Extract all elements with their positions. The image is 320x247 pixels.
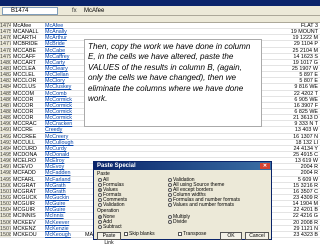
dialog-title-text: Paste Special — [97, 163, 136, 169]
row-number: 1495 — [0, 151, 11, 158]
row-number: 1498 — [0, 170, 11, 176]
paste-link-button[interactable]: Paste Link — [97, 232, 121, 246]
radio-icon[interactable] — [98, 224, 102, 229]
formula-bar: B1474 fx McAfee — [0, 6, 320, 16]
transpose-label: Transpose — [183, 231, 207, 237]
row-number: 1499 — [0, 176, 11, 182]
row-number: 1475 — [0, 29, 11, 35]
cell-a[interactable]: MCKEOU — [13, 232, 44, 238]
row-number: 1505 — [0, 213, 11, 219]
row-number: 1486 — [0, 96, 11, 102]
paste-special-dialog: Paste Special ✕ Paste All Formulas Values F… — [93, 161, 272, 246]
row-number: 1484 — [0, 84, 11, 90]
skip-blanks-label: Skip blanks — [129, 231, 155, 237]
radio-icon[interactable] — [168, 219, 172, 224]
row-number: 1502 — [0, 194, 11, 201]
fx-icon[interactable]: fx — [72, 6, 77, 16]
radio-icon[interactable] — [98, 202, 102, 207]
skip-blanks-checkbox[interactable]: Skip blanks — [124, 231, 155, 237]
instruction-note: Then, copy the work we have done in colu… — [84, 39, 262, 127]
radio-icon[interactable] — [168, 202, 172, 207]
cell-b[interactable]: McKeough — [45, 232, 84, 238]
operation-option[interactable]: Subtract — [98, 224, 122, 230]
column-headers — [0, 16, 320, 23]
row-number: 1487 — [0, 102, 11, 108]
row-number: 1479 — [0, 53, 11, 59]
row-number: 1491 — [0, 127, 11, 133]
operation-right-label: Divide — [173, 219, 187, 225]
operation-right-option[interactable]: Divide — [168, 219, 187, 225]
cell-f[interactable]: 23 4323 B — [270, 232, 318, 238]
row-number: 1501 — [0, 188, 11, 194]
row-number: 1492 — [0, 133, 11, 139]
ok-button[interactable]: OK — [220, 232, 242, 240]
operation-label: Subtract — [103, 224, 122, 230]
paste-right-label: Values and number formats — [173, 202, 235, 208]
cancel-button[interactable]: Cancel — [245, 232, 269, 240]
dialog-title: Paste Special ✕ — [94, 162, 271, 170]
row-number: 1490 — [0, 121, 11, 127]
transpose-checkbox[interactable]: Transpose — [178, 231, 206, 237]
row-number: 1493 — [0, 139, 11, 145]
row-number: 1489 — [0, 115, 11, 121]
row-number: 1477 — [0, 41, 11, 47]
row-number: 1480 — [0, 59, 11, 65]
row-number: 1482 — [0, 72, 11, 78]
name-box[interactable]: B1474 — [2, 7, 58, 15]
row-number: 1503 — [0, 201, 11, 207]
row-number: 1488 — [0, 108, 11, 115]
row-number: 1508 — [0, 231, 11, 237]
row-number: 1500 — [0, 182, 11, 188]
row-number: 1481 — [0, 65, 11, 72]
row-number: 1478 — [0, 47, 11, 53]
close-icon[interactable]: ✕ — [260, 163, 270, 169]
row-number: 1507 — [0, 225, 11, 231]
row-number: 1496 — [0, 158, 11, 164]
row-number: 1476 — [0, 35, 11, 41]
row-number: 1485 — [0, 90, 11, 96]
row-number: 1494 — [0, 145, 11, 151]
paste-right-option[interactable]: Values and number formats — [168, 202, 234, 208]
row-number: 1506 — [0, 219, 11, 225]
row-number: 1504 — [0, 207, 11, 213]
row-number: 1474 — [0, 23, 11, 29]
row-number: 1483 — [0, 78, 11, 84]
row-number: 1497 — [0, 164, 11, 170]
formula-input[interactable]: McAfee — [84, 6, 104, 16]
